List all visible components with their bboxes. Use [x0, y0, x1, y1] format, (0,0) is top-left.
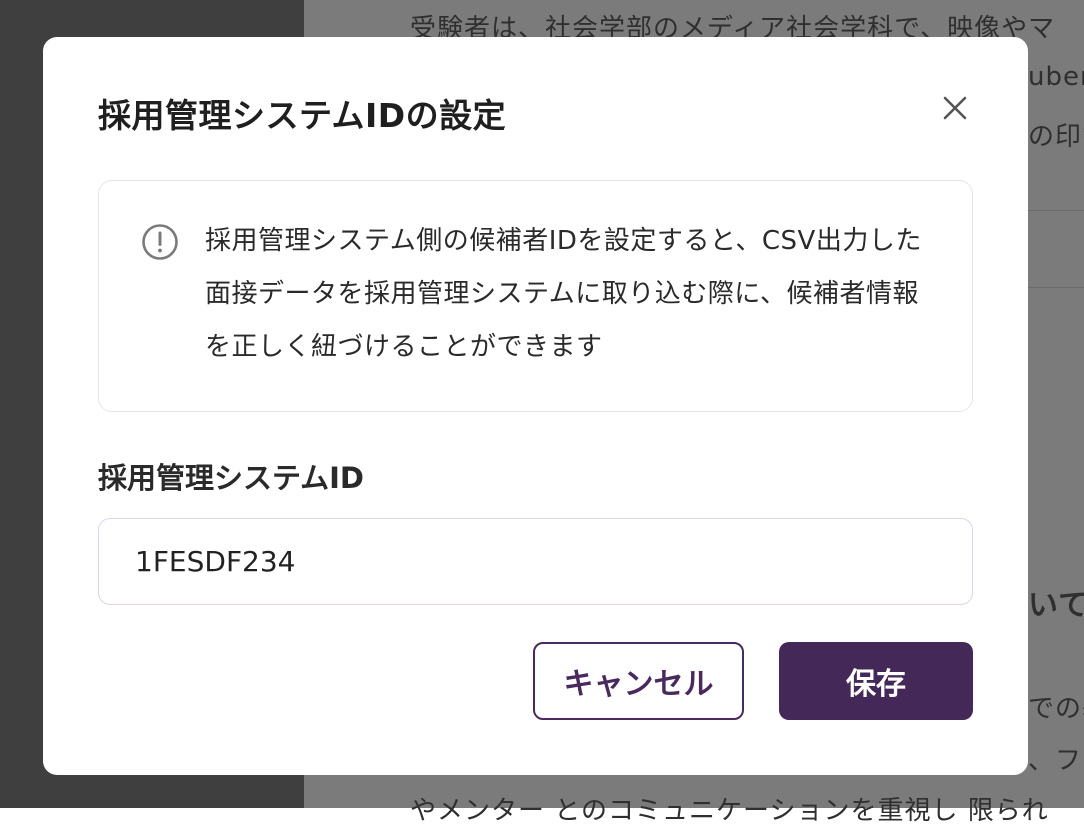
ats-id-input[interactable] — [98, 518, 973, 605]
save-button[interactable]: 保存 — [779, 642, 973, 720]
background-heading: いて — [1028, 588, 1084, 623]
background-text-line: 、フ — [1028, 746, 1083, 776]
dialog-title: 採用管理システムIDの設定 — [98, 96, 507, 135]
info-message: 採用管理システム側の候補者IDを設定すると、CSV出力した面接データを採用管理シ… — [205, 226, 922, 362]
background-text-line: での基 — [1028, 694, 1084, 724]
ats-id-label: 採用管理システムID — [98, 461, 364, 495]
cancel-button[interactable]: キャンセル — [533, 642, 744, 720]
background-text-line: の印象 — [1028, 122, 1084, 152]
background-text-line: uber — [1028, 62, 1084, 92]
info-notice: 採用管理システム側の候補者IDを設定すると、CSV出力した面接データを採用管理シ… — [98, 180, 973, 412]
exclamation-circle-icon — [141, 223, 179, 261]
ats-id-dialog: 採用管理システムIDの設定 採用管理システム側の候補者IDを設定すると、CSV出… — [43, 37, 1028, 775]
close-icon[interactable] — [936, 89, 974, 127]
background-text-line: やメンター とのコミュニケーションを重視し 限られ — [410, 796, 1049, 826]
